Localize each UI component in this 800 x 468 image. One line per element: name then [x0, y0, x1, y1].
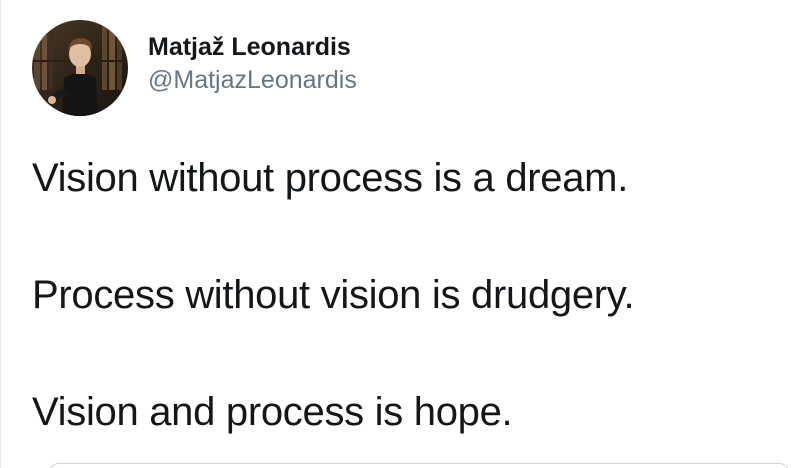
- author-handle[interactable]: @MatjazLeonardis: [148, 63, 357, 97]
- embedded-card-edge[interactable]: [48, 463, 790, 468]
- line-break: [32, 323, 792, 384]
- tweet-text: Vision without process is a dream. Proce…: [32, 150, 792, 440]
- avatar[interactable]: [32, 20, 128, 116]
- tweet-line: Vision and process is hope.: [32, 390, 513, 434]
- line-break: [32, 206, 792, 267]
- avatar-photo: [32, 20, 128, 116]
- tweet-header: Matjaž Leonardis @MatjazLeonardis: [32, 20, 357, 116]
- author-display-name[interactable]: Matjaž Leonardis: [148, 31, 357, 63]
- tweet-line: Vision without process is a dream.: [32, 156, 629, 200]
- tweet-card: Matjaž Leonardis @MatjazLeonardis Vision…: [0, 0, 800, 468]
- author-names: Matjaž Leonardis @MatjazLeonardis: [148, 31, 357, 97]
- tweet-line: Process without vision is drudgery.: [32, 273, 635, 317]
